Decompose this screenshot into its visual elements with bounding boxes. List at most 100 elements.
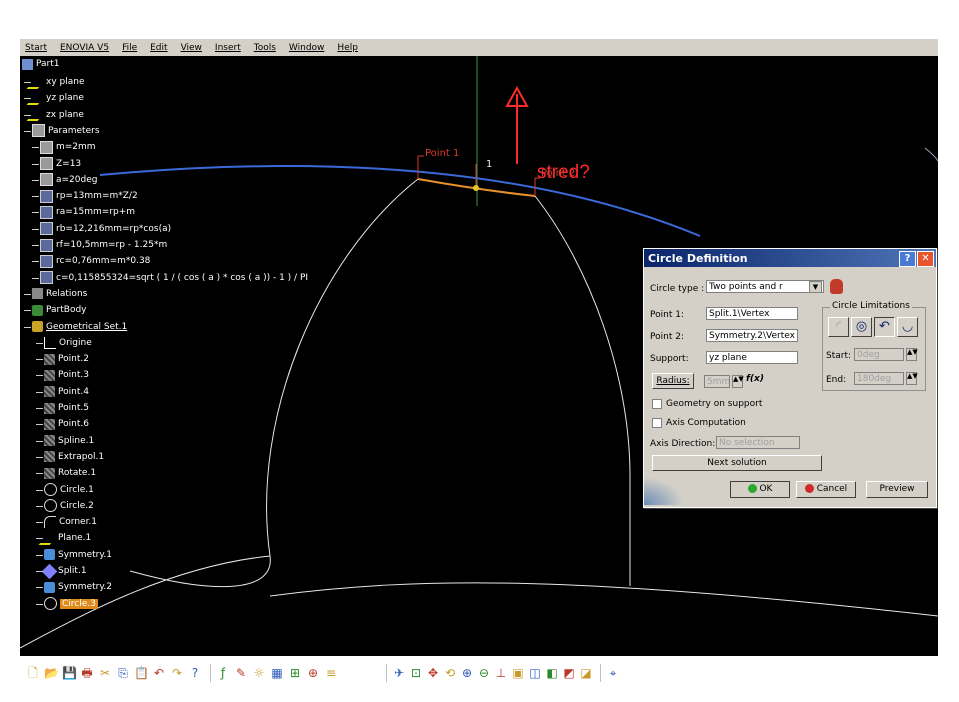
geometry-on-support-checkbox[interactable] [652,399,662,409]
open-icon[interactable]: 📂 [44,666,59,680]
zoom-out-icon[interactable]: ⊖ [477,666,491,680]
support-field[interactable]: yz plane [706,351,798,364]
catalog-icon[interactable]: ⊕ [306,666,320,680]
menu-item-tools[interactable]: Tools [254,43,276,53]
undo-icon[interactable]: ↶ [152,666,166,680]
complement-circle-icon[interactable]: ◡ [897,317,918,337]
fly-icon[interactable]: ✈ [392,666,406,680]
start-field[interactable]: 0deg [854,348,904,361]
normal-view-icon[interactable]: ⊥ [494,666,508,680]
menu-item-view[interactable]: View [181,43,202,53]
close-button[interactable]: ✕ [917,251,934,267]
formula-icon[interactable]: f(x) [746,374,764,384]
tree-item[interactable]: Circle.1 [44,483,94,496]
paste-icon[interactable]: 📋 [134,666,149,680]
radius-spinner[interactable]: ▲▼ [732,375,744,388]
iso-view-icon[interactable]: ◫ [528,666,542,680]
arc-part-icon[interactable]: ◜ [828,317,849,337]
multi-view-icon[interactable]: ▣ [511,666,525,680]
tree-item[interactable]: c=0,115855324=sqrt ( 1 / ( cos ( a ) * c… [40,271,308,285]
tree-item[interactable]: Point.6 [44,418,89,430]
axis-computation-checkbox[interactable] [652,418,662,428]
tree-item[interactable]: m=2mm [40,140,96,154]
tree-item[interactable]: rp=13mm=m*Z/2 [40,189,138,203]
tree-item[interactable]: Point.3 [44,369,89,381]
spec-icon[interactable]: ≡ [324,666,338,680]
cut-icon[interactable]: ✂ [98,666,112,680]
zoom-in-icon[interactable]: ⊕ [460,666,474,680]
tree-item[interactable]: Spline.1 [44,435,94,447]
point2-field[interactable]: Symmetry.2\Vertex [706,329,798,342]
hide-icon[interactable]: ◩ [562,666,576,680]
tree-item[interactable]: Circle.2 [44,499,94,513]
menu-item-insert[interactable]: Insert [215,43,241,53]
trimmed-circle-icon[interactable]: ↶ [874,317,895,337]
point1-field[interactable]: Split.1\Vertex [706,307,798,320]
tree-item[interactable]: rf=10,5mm=rp - 1.25*m [40,238,167,252]
preview-button[interactable]: Preview [866,481,928,498]
whats-this-icon[interactable]: ? [188,666,202,680]
menu-item-file[interactable]: File [122,43,137,53]
tree-item[interactable]: a=20deg [40,173,97,187]
radius-button[interactable]: Radius: [652,373,694,389]
table-icon[interactable]: ▦ [270,666,284,680]
tree-item[interactable]: Point.4 [44,386,89,398]
tree-item[interactable]: rc=0,76mm=m*0.38 [40,254,150,268]
light-icon[interactable]: ☼ [252,666,266,680]
new-icon[interactable]: 🗋 [26,666,40,680]
print-icon[interactable]: 🖶 [80,666,94,680]
end-field[interactable]: 180deg [854,372,904,385]
formula-icon[interactable]: ƒ [216,666,230,680]
menu-item-help[interactable]: Help [337,43,358,53]
tree-item[interactable]: PartBody [32,304,87,316]
tree-item[interactable]: Geometrical Set.1 [32,321,127,333]
next-solution-button[interactable]: Next solution [652,455,822,471]
tree-item[interactable]: Corner.1 [44,516,97,529]
menu-item-enovia-v5[interactable]: ENOVIA V5 [60,43,109,53]
shading-icon[interactable]: ◧ [545,666,559,680]
tree-icon[interactable]: ⊞ [288,666,302,680]
radius-field[interactable]: 5mm [704,375,730,388]
rotate-icon[interactable]: ⟲ [443,666,457,680]
help-button[interactable]: ? [899,251,916,267]
tree-item[interactable]: zx plane [26,108,84,122]
tree-item[interactable]: Z=13 [40,157,81,170]
tree-item[interactable]: xy plane [26,75,84,89]
circle-type-select[interactable]: Two points and r ▼ [706,280,824,293]
tree-item[interactable]: Rotate.1 [44,467,96,479]
menu-item-start[interactable]: Start [25,43,47,53]
tree-root[interactable]: Part1 [22,58,60,70]
axis-direction-field[interactable]: No selection [716,436,800,449]
pan-icon[interactable]: ✥ [426,666,440,680]
comment-icon[interactable]: ✎ [234,666,248,680]
tree-item[interactable]: Relations [32,288,87,300]
full-circle-icon[interactable]: ◎ [851,317,872,337]
tree-item[interactable]: Extrapol.1 [44,451,104,463]
tree-item[interactable]: Symmetry.2 [44,581,112,593]
tree-item[interactable]: Point.5 [44,402,89,414]
menu-item-window[interactable]: Window [289,43,325,53]
tree-item[interactable]: yz plane [26,91,84,105]
tree-item[interactable]: Origine [44,336,92,349]
chevron-down-icon[interactable]: ▼ [809,281,822,292]
compass-icon[interactable]: ⌖ [606,666,620,680]
ok-button[interactable]: OK [730,481,790,498]
tree-item[interactable]: ra=15mm=rp+m [40,205,135,219]
save-icon[interactable]: 💾 [62,666,77,680]
end-spinner[interactable]: ▲▼ [906,372,918,385]
redo-icon[interactable]: ↷ [170,666,184,680]
copy-icon[interactable]: ⎘ [116,666,130,680]
tree-item[interactable]: Point.2 [44,353,89,365]
tree-item[interactable]: Symmetry.1 [44,549,112,561]
swap-icon[interactable]: ◪ [579,666,593,680]
fit-all-icon[interactable]: ⊡ [409,666,423,680]
tree-item[interactable]: rb=12,216mm=rp*cos(a) [40,222,171,236]
tree-item[interactable]: Plane.1 [38,531,91,545]
tree-item[interactable]: Split.1 [41,563,87,579]
dialog-title-bar[interactable]: Circle Definition ? ✕ [644,249,936,267]
menu-item-edit[interactable]: Edit [150,43,167,53]
lock-icon[interactable] [830,279,843,294]
tree-item[interactable]: Parameters [32,124,100,138]
start-spinner[interactable]: ▲▼ [906,348,918,361]
cancel-button[interactable]: Cancel [796,481,856,498]
